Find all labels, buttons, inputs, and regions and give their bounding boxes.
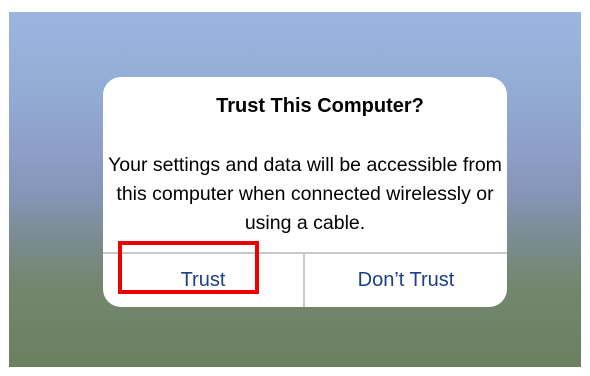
dialog-title: Trust This Computer? [216, 95, 424, 117]
trust-button[interactable]: Trust [103, 254, 303, 307]
trust-alert-dialog: Trust This Computer? Your settings and d… [103, 77, 507, 307]
trust-button-label: Trust [180, 269, 226, 291]
device-screen: Trust This Computer? Your settings and d… [9, 12, 581, 367]
dialog-message: Your settings and data will be accessibl… [108, 154, 502, 234]
dont-trust-button[interactable]: Don’t Trust [305, 254, 507, 307]
dont-trust-button-label: Don’t Trust [357, 269, 455, 291]
